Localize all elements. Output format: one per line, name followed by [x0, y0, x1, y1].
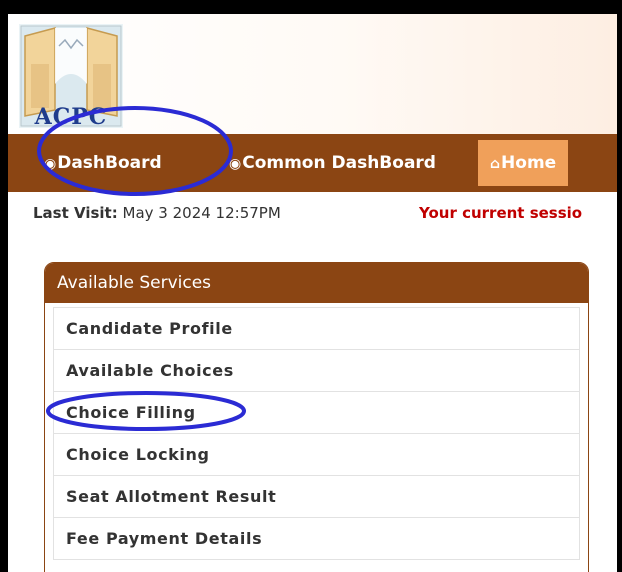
dashboard-icon: ◉: [44, 156, 57, 172]
session-message: Your current sessio: [419, 204, 583, 222]
service-seat-allotment-result[interactable]: Seat Allotment Result: [53, 476, 580, 518]
service-choice-filling[interactable]: Choice Filling: [53, 392, 580, 434]
service-fee-payment-details[interactable]: Fee Payment Details: [53, 518, 580, 560]
acpc-logo[interactable]: ACPC: [19, 24, 123, 128]
nav-dashboard[interactable]: ◉DashBoard: [44, 134, 162, 192]
main-navbar: ◉DashBoard ◉Common DashBoard ⌂Home: [8, 134, 617, 192]
service-candidate-profile[interactable]: Candidate Profile: [53, 307, 580, 350]
logo-text: ACPC: [34, 104, 108, 128]
dashboard-icon: ◉: [229, 156, 242, 172]
home-icon: ⌂: [490, 156, 501, 172]
service-available-choices[interactable]: Available Choices: [53, 350, 580, 392]
site-header: ACPC: [8, 14, 617, 134]
nav-home[interactable]: ⌂Home: [478, 140, 569, 186]
nav-common-dashboard[interactable]: ◉Common DashBoard: [229, 134, 436, 192]
last-visit-label: Last Visit:: [33, 204, 118, 222]
services-list: Candidate Profile Available Choices Choi…: [53, 307, 580, 560]
service-choice-locking[interactable]: Choice Locking: [53, 434, 580, 476]
available-services-panel: Available Services Candidate Profile Ava…: [44, 262, 589, 572]
last-visit-row: Last Visit: May 3 2024 12:57PM Your curr…: [33, 204, 617, 228]
last-visit-value: May 3 2024 12:57PM: [122, 204, 281, 222]
page-frame: ACPC ◉DashBoard ◉Common DashBoard ⌂Home …: [8, 14, 617, 572]
panel-title: Available Services: [45, 263, 588, 303]
